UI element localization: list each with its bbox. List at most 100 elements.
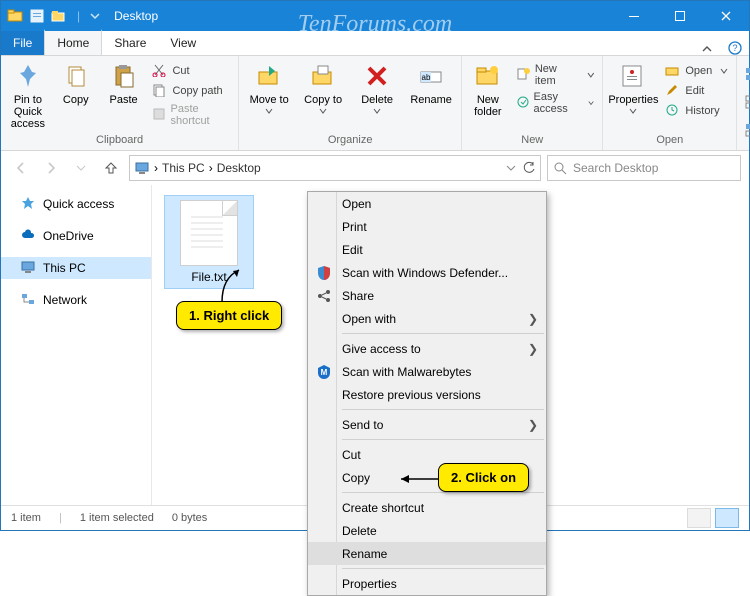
ctx-label: Give access to (342, 342, 421, 356)
ctx-item-create-shortcut[interactable]: Create shortcut (308, 496, 546, 519)
copyto-button[interactable]: Copy to (297, 58, 349, 116)
ctx-label: Share (342, 289, 374, 303)
ribbon-group-select: Select all Select none Invert selection … (737, 56, 750, 150)
context-menu: Open Print Edit Scan with Windows Defender.… (307, 191, 547, 596)
newitem-icon (516, 67, 531, 83)
chevron-down-icon[interactable] (506, 163, 516, 173)
properties-button[interactable]: Properties (607, 58, 659, 116)
explorer-icon (7, 8, 23, 24)
ribbon-group-new: New folder New item Easy access New (462, 56, 603, 150)
delete-icon (361, 60, 393, 92)
ctx-item-scan-with-windows-defender[interactable]: Scan with Windows Defender... (308, 261, 546, 284)
rename-button[interactable]: abRename (405, 58, 457, 108)
ctx-item-print[interactable]: Print (308, 215, 546, 238)
ribbon-tabs: File Home Share View ? (1, 31, 749, 55)
tab-view[interactable]: View (158, 31, 208, 55)
moveto-icon (253, 60, 285, 92)
tab-file[interactable]: File (1, 31, 44, 55)
titlebar: | Desktop TenForums.com (1, 1, 749, 31)
ctx-item-properties[interactable]: Properties (308, 572, 546, 595)
pasteshortcut-button[interactable]: Paste shortcut (148, 102, 234, 128)
selectnone-button[interactable]: Select none (741, 90, 750, 116)
share-icon (316, 288, 332, 304)
rename-icon: ab (415, 60, 447, 92)
ctx-label: Cut (342, 448, 361, 462)
sidebar-item-quickaccess[interactable]: Quick access (1, 193, 151, 215)
easyaccess-button[interactable]: Easy access (512, 90, 599, 116)
history-icon (665, 103, 681, 119)
nav-forward-icon[interactable] (39, 156, 63, 180)
ctx-item-open-with[interactable]: Open with❯ (308, 307, 546, 330)
nav-recent-icon[interactable] (69, 156, 93, 180)
nav-up-icon[interactable] (99, 156, 123, 180)
minimize-button[interactable] (611, 1, 657, 31)
moveto-button[interactable]: Move to (243, 58, 295, 116)
maximize-button[interactable] (657, 1, 703, 31)
sidebar-item-thispc[interactable]: This PC (1, 257, 151, 279)
ribbon-group-clipboard: Pin to Quick access Copy Paste Cut Copy … (1, 56, 239, 150)
group-label: New (466, 134, 598, 150)
ctx-item-send-to[interactable]: Send to❯ (308, 413, 546, 436)
group-label: Open (607, 134, 732, 150)
ctx-item-scan-with-malwarebytes[interactable]: M Scan with Malwarebytes (308, 360, 546, 383)
group-label: Clipboard (5, 134, 234, 150)
chevron-right-icon[interactable]: › (154, 161, 158, 175)
svg-text:ab: ab (422, 73, 431, 82)
sidebar-item-onedrive[interactable]: OneDrive (1, 225, 151, 247)
pin-button[interactable]: Pin to Quick access (5, 58, 51, 132)
chevron-right-icon[interactable]: › (209, 161, 213, 175)
breadcrumb-folder[interactable]: Desktop (217, 161, 261, 175)
newfolder-button[interactable]: New folder (466, 58, 509, 120)
ctx-item-restore-previous-versions[interactable]: Restore previous versions (308, 383, 546, 406)
ctx-item-open[interactable]: Open (308, 192, 546, 215)
ctx-item-give-access-to[interactable]: Give access to❯ (308, 337, 546, 360)
ctx-label: Edit (342, 243, 363, 257)
tab-home[interactable]: Home (44, 29, 102, 56)
ctx-item-rename[interactable]: Rename (308, 542, 546, 565)
search-input[interactable]: Search Desktop (547, 155, 741, 181)
ctx-label: Create shortcut (342, 501, 424, 515)
star-icon (21, 196, 37, 212)
copypath-icon (152, 83, 168, 99)
address-bar[interactable]: › This PC › Desktop (129, 155, 541, 181)
nav-back-icon[interactable] (9, 156, 33, 180)
address-row: › This PC › Desktop Search Desktop (1, 151, 749, 185)
breadcrumb-root[interactable]: This PC (162, 161, 205, 175)
qat-newfolder-icon[interactable] (51, 8, 67, 24)
ctx-label: Open with (342, 312, 396, 326)
sidebar-item-network[interactable]: Network (1, 289, 151, 311)
delete-button[interactable]: Delete (351, 58, 403, 116)
ctx-label: Scan with Malwarebytes (342, 365, 471, 379)
copy-button[interactable]: Copy (53, 58, 99, 108)
cut-button[interactable]: Cut (148, 62, 234, 80)
ctx-item-share[interactable]: Share (308, 284, 546, 307)
edit-button[interactable]: Edit (661, 82, 732, 100)
status-count: 1 item (11, 512, 41, 524)
malware-icon: M (316, 364, 332, 380)
history-button[interactable]: History (661, 102, 732, 120)
newitem-button[interactable]: New item (512, 62, 599, 88)
refresh-icon[interactable] (522, 161, 536, 175)
ctx-label: Open (342, 197, 371, 211)
view-large-button[interactable] (715, 508, 739, 528)
ctx-label: Rename (342, 547, 387, 561)
help-icon[interactable]: ? (721, 41, 749, 55)
tab-share[interactable]: Share (102, 31, 158, 55)
newfolder-icon (472, 60, 504, 92)
file-thumb-icon (180, 200, 238, 266)
copyto-icon (307, 60, 339, 92)
qat-properties-icon[interactable] (29, 8, 45, 24)
view-details-button[interactable] (687, 508, 711, 528)
ctx-label: Send to (342, 418, 383, 432)
ribbon-collapse-icon[interactable] (693, 43, 721, 55)
paste-button[interactable]: Paste (101, 58, 147, 108)
ctx-label: Scan with Windows Defender... (342, 266, 508, 280)
callout-2: 2. Click on (438, 463, 529, 492)
invertsel-button[interactable]: Invert selection (741, 118, 750, 144)
close-button[interactable] (703, 1, 749, 31)
selectall-button[interactable]: Select all (741, 62, 750, 88)
ctx-item-edit[interactable]: Edit (308, 238, 546, 261)
open-button[interactable]: Open (661, 62, 732, 80)
copypath-button[interactable]: Copy path (148, 82, 234, 100)
qat-dropdown-icon[interactable] (90, 11, 100, 21)
